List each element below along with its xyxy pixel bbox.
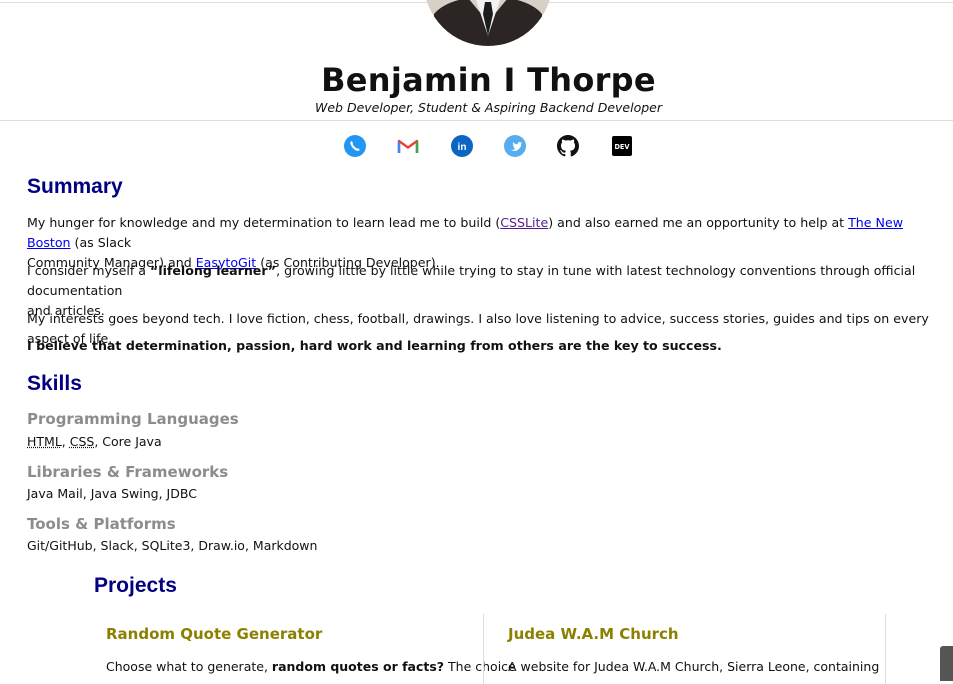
skill-group-title: Tools & Platforms [27, 515, 176, 533]
skill-group-values: Java Mail, Java Swing, JDBC [27, 486, 197, 501]
summary-paragraph-4: I believe that determination, passion, h… [27, 338, 722, 353]
back-to-top-button[interactable] [940, 646, 953, 681]
skill-group-title: Programming Languages [27, 410, 239, 428]
project-title[interactable]: Judea W.A.M Church [508, 625, 679, 643]
linkedin-icon[interactable]: in [451, 135, 473, 157]
header-divider [0, 120, 953, 121]
profile-subtitle: Web Developer, Student & Aspiring Backen… [314, 100, 662, 115]
skill-group-values: Git/GitHub, Slack, SQLite3, Draw.io, Mar… [27, 538, 318, 553]
project-divider [885, 614, 886, 684]
project-description: A website for Judea W.A.M Church, Sierra… [508, 659, 880, 674]
skills-heading: Skills [27, 372, 82, 395]
projects-heading: Projects [94, 574, 177, 597]
profile-avatar [424, 0, 552, 46]
phone-icon[interactable] [344, 135, 366, 157]
gmail-icon[interactable] [397, 135, 419, 157]
dev-icon[interactable]: DEV [611, 135, 633, 157]
abbr-html: HTML [27, 434, 62, 449]
skill-group-title: Libraries & Frameworks [27, 463, 229, 481]
twitter-icon[interactable] [504, 135, 526, 157]
project-description: Choose what to generate, random quotes o… [106, 659, 516, 674]
summary-heading: Summary [27, 175, 123, 198]
svg-text:DEV: DEV [614, 143, 630, 151]
csslite-link[interactable]: CSSLite [500, 215, 548, 230]
github-icon[interactable] [557, 135, 579, 157]
abbr-css: CSS [69, 434, 95, 449]
project-divider [483, 614, 484, 684]
project-title[interactable]: Random Quote Generator [106, 625, 322, 643]
skill-group-values: HTML, CSS, Core Java [27, 434, 162, 449]
svg-text:in: in [458, 142, 467, 153]
profile-name: Benjamin I Thorpe [321, 61, 656, 99]
